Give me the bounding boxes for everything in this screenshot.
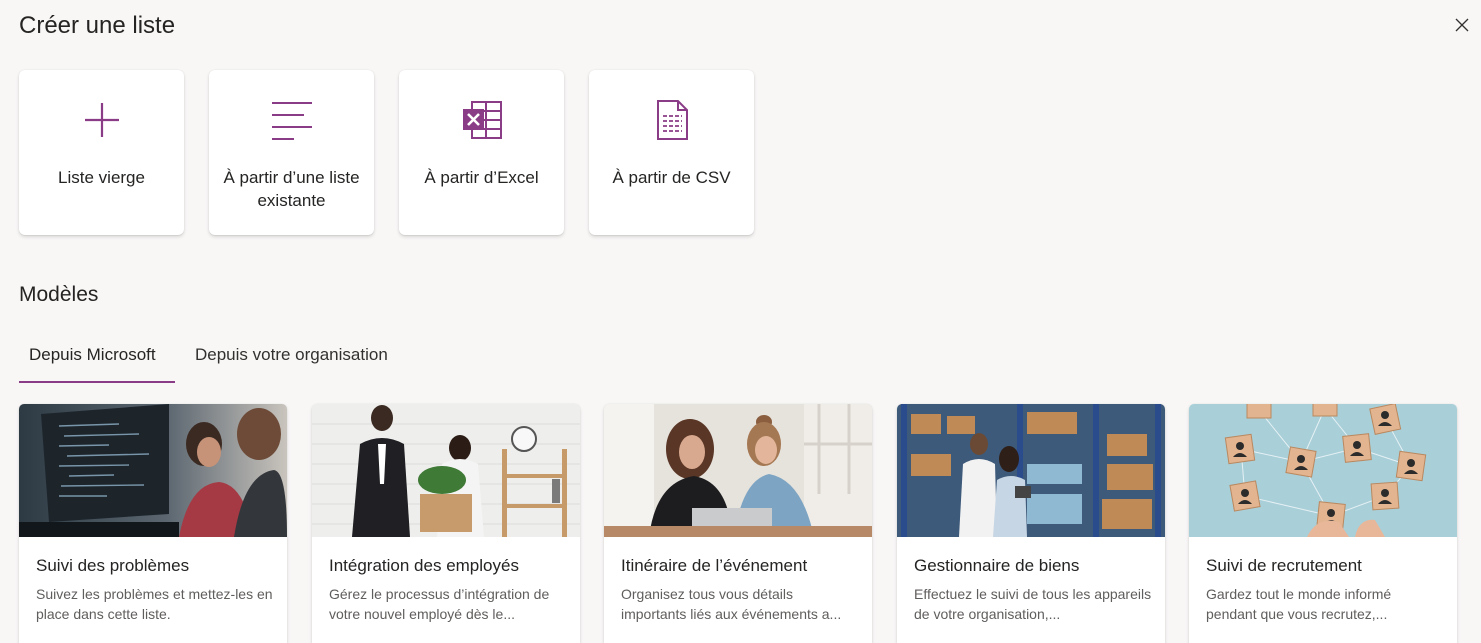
- template-card-asset-manager[interactable]: Gestionnaire de biens Effectuez le suivi…: [897, 404, 1165, 643]
- template-card-recruiting-tracker[interactable]: Suivi de recrutement Gardez tout le mond…: [1189, 404, 1457, 643]
- tab-from-organization[interactable]: Depuis votre organisation: [195, 345, 415, 383]
- card-label: À partir de CSV: [612, 168, 731, 187]
- blank-list-card[interactable]: Liste vierge: [19, 70, 184, 235]
- template-card-event-itinerary[interactable]: Itinéraire de l’événement Organisez tous…: [604, 404, 872, 643]
- template-title: Intégration des employés: [329, 556, 519, 575]
- template-title: Itinéraire de l’événement: [621, 556, 808, 575]
- close-button[interactable]: [1452, 15, 1472, 35]
- dialog-title: Créer une liste: [19, 12, 176, 39]
- csv-file-icon: [656, 100, 688, 140]
- active-tab-indicator: [19, 381, 175, 383]
- tab-from-microsoft[interactable]: Depuis Microsoft: [19, 345, 175, 383]
- template-title: Suivi des problèmes: [36, 556, 190, 575]
- templates-title: Modèles: [19, 283, 99, 306]
- template-title: Suivi de recrutement: [1206, 556, 1362, 575]
- template-description: Organisez tous vous détails importants l…: [621, 586, 842, 622]
- create-list-dialog: Créer une liste Liste vierge À partir d’…: [0, 0, 1481, 643]
- from-csv-card[interactable]: À partir de CSV: [589, 70, 754, 235]
- card-label: À partir d’une liste existante: [223, 168, 360, 210]
- list-lines-icon: [271, 102, 312, 140]
- card-label: Liste vierge: [58, 168, 145, 187]
- template-description: Suivez les problèmes et mettez-les en pl…: [36, 586, 273, 622]
- tab-label: Depuis votre organisation: [195, 345, 388, 364]
- template-card-issue-tracker[interactable]: Suivi des problèmes Suivez les problèmes…: [19, 404, 287, 643]
- template-title: Gestionnaire de biens: [914, 556, 1080, 575]
- new-employee-welcome-photo: [312, 404, 580, 537]
- template-description: Gardez tout le monde informé pendant que…: [1206, 586, 1392, 622]
- close-icon: [1455, 18, 1469, 32]
- from-existing-list-card[interactable]: À partir d’une liste existante: [209, 70, 374, 235]
- plus-icon: [84, 103, 119, 137]
- template-description: Effectuez le suivi de tous les appareils…: [914, 586, 1152, 622]
- card-label: À partir d’Excel: [424, 168, 539, 187]
- template-card-employee-onboarding[interactable]: Intégration des employés Gérez le proces…: [312, 404, 580, 643]
- developers-at-computer-photo: [19, 404, 287, 537]
- warehouse-photo: [897, 404, 1165, 537]
- two-women-laptop-photo: [604, 404, 872, 537]
- tab-label: Depuis Microsoft: [29, 345, 156, 364]
- recruiting-network-photo: [1189, 404, 1457, 537]
- from-excel-card[interactable]: À partir d’Excel: [399, 70, 564, 235]
- template-description: Gérez le processus d’intégration de votr…: [329, 586, 550, 622]
- excel-icon: [462, 101, 502, 139]
